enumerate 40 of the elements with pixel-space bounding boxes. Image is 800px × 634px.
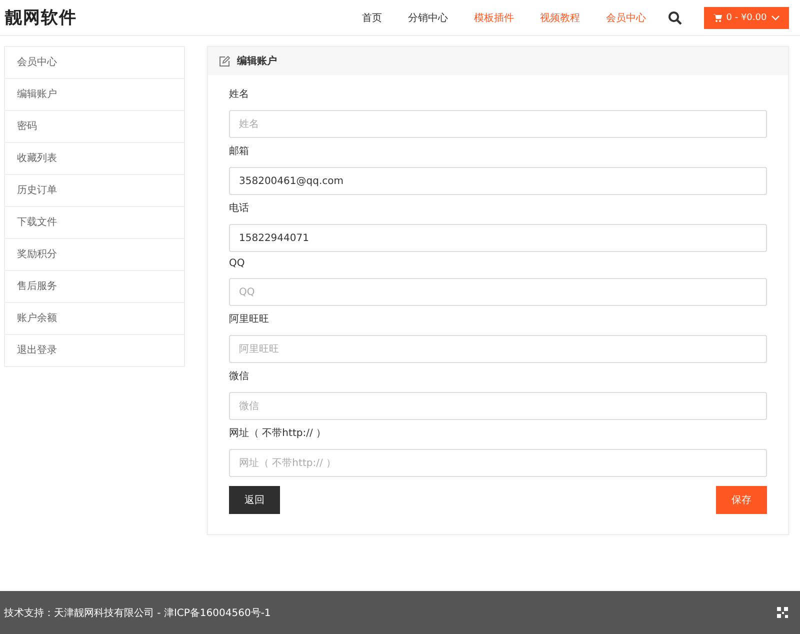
site-logo[interactable]: 靓网软件 xyxy=(5,6,77,29)
caret-icon xyxy=(770,14,780,20)
sidebar-item[interactable]: 历史订单 xyxy=(5,175,184,207)
field-label: 阿里旺旺 xyxy=(229,313,270,326)
nav-link[interactable]: 首页 xyxy=(362,10,382,24)
field-label: 微信 xyxy=(229,370,250,383)
edit-icon xyxy=(219,56,230,66)
sidebar-item[interactable]: 售后服务 xyxy=(5,271,184,303)
cart-icon xyxy=(713,14,722,22)
field-label: 姓名 xyxy=(229,88,250,101)
field-label: 网址（ 不带http:// ） xyxy=(229,426,327,440)
input-field[interactable]: QQ xyxy=(229,278,767,306)
input-field[interactable]: 358200461@qq.com xyxy=(229,167,767,195)
nav-link[interactable]: 视频教程 xyxy=(540,10,580,24)
sidebar-item[interactable]: 编辑账户 xyxy=(5,79,184,111)
input-field[interactable]: 微信 xyxy=(229,392,767,420)
sidebar-item[interactable]: 密码 xyxy=(5,111,184,143)
input-field[interactable]: 网址（ 不带http:// ） xyxy=(229,449,767,477)
nav-link[interactable]: 分销中心 xyxy=(408,10,448,24)
input-field[interactable]: 15822944071 xyxy=(229,224,767,252)
input-field[interactable]: 阿里旺旺 xyxy=(229,335,767,363)
cart-button[interactable]: 0 - ¥0.00 xyxy=(704,6,789,28)
search-icon[interactable] xyxy=(668,10,682,24)
nav-link[interactable]: 模板插件 xyxy=(474,10,514,24)
sidebar-item[interactable]: 账户余额 xyxy=(5,303,184,335)
nav-link[interactable]: 会员中心 xyxy=(606,10,646,24)
field-label: 邮箱 xyxy=(229,144,250,158)
field-label: QQ xyxy=(229,258,246,269)
sidebar-item[interactable]: 会员中心 xyxy=(5,47,184,79)
panel-title: 编辑账户 xyxy=(237,54,277,68)
field-label: 电话 xyxy=(229,202,250,215)
save-button[interactable]: 保存 xyxy=(716,486,767,514)
sidebar-item[interactable]: 下载文件 xyxy=(5,207,184,239)
sidebar-item[interactable]: 收藏列表 xyxy=(5,143,184,175)
footer-text: 技术支持：天津靓网科技有限公司 - 津ICP备16004560号-1 xyxy=(4,606,271,620)
input-field[interactable]: 姓名 xyxy=(229,110,767,138)
sidebar-item[interactable]: 退出登录 xyxy=(5,335,184,366)
sidebar-item[interactable]: 奖励积分 xyxy=(5,239,184,271)
qr-code-icon[interactable] xyxy=(777,607,788,618)
back-button[interactable]: 返回 xyxy=(229,486,280,514)
